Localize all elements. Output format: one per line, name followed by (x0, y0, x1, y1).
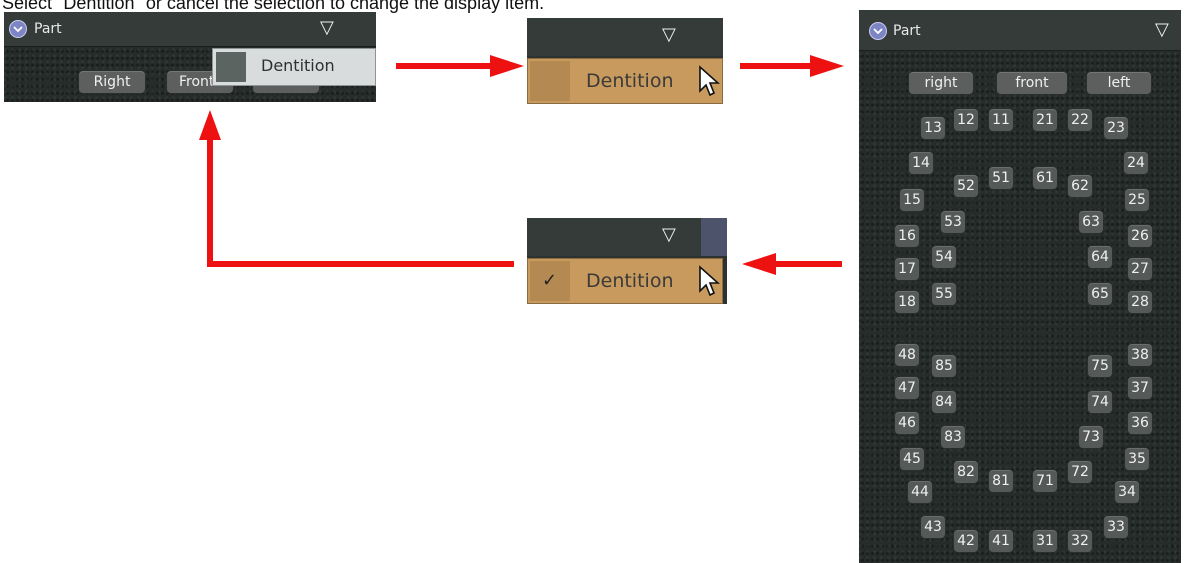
part-panel-dentition: Part ▽ right front left 13 12 11 21 22 2… (859, 10, 1181, 563)
tooth-75[interactable]: 75 (1087, 354, 1113, 378)
tooth-15[interactable]: 15 (899, 188, 925, 212)
tooth-65[interactable]: 65 (1087, 282, 1113, 306)
tooth-74[interactable]: 74 (1087, 390, 1113, 414)
tooth-36[interactable]: 36 (1127, 411, 1153, 435)
tooth-25[interactable]: 25 (1124, 188, 1150, 212)
tooth-71[interactable]: 71 (1032, 469, 1058, 493)
tooth-31[interactable]: 31 (1032, 529, 1058, 553)
tooth-35[interactable]: 35 (1124, 447, 1150, 471)
front-view-button[interactable]: front (996, 71, 1068, 95)
panel-title: Part (34, 21, 62, 37)
menu-hover-snapshot: ▽ Dentition (527, 18, 723, 104)
tooth-85[interactable]: 85 (931, 354, 957, 378)
triangle-down-icon[interactable]: ▽ (1155, 21, 1169, 39)
triangle-down-icon[interactable]: ▽ (320, 19, 334, 37)
mouse-cursor-icon (699, 65, 720, 97)
tooth-16[interactable]: 16 (894, 224, 920, 248)
menu-item-dentition-highlighted[interactable]: Dentition (527, 58, 723, 104)
tooth-55[interactable]: 55 (931, 282, 957, 306)
circle-chevron-icon (873, 28, 883, 35)
menu-item-dentition[interactable]: Dentition (261, 55, 335, 77)
tooth-12[interactable]: 12 (953, 108, 979, 132)
menu-item-dentition-checked[interactable]: ✓ Dentition (527, 258, 723, 304)
tooth-42[interactable]: 42 (953, 529, 979, 553)
mouse-cursor-icon (699, 265, 720, 297)
tooth-84[interactable]: 84 (931, 390, 957, 414)
tooth-33[interactable]: 33 (1103, 515, 1129, 539)
collapse-button[interactable] (9, 20, 27, 38)
triangle-down-icon[interactable]: ▽ (662, 26, 676, 44)
right-view-button[interactable]: Right (78, 70, 146, 94)
right-view-button[interactable]: right (908, 71, 974, 95)
tooth-47[interactable]: 47 (894, 376, 920, 400)
part-panel-titlebar: Part ▽ (859, 10, 1181, 51)
collapse-button[interactable] (869, 22, 887, 40)
tooth-13[interactable]: 13 (920, 116, 946, 140)
snapshot-titlebar: ▽ (527, 18, 723, 56)
tooth-22[interactable]: 22 (1067, 108, 1093, 132)
dropdown-menu: Dentition (212, 48, 376, 86)
part-panel-titlebar: Part ▽ (4, 12, 376, 47)
tooth-38[interactable]: 38 (1127, 343, 1153, 367)
tooth-62[interactable]: 62 (1067, 174, 1093, 198)
flow-arrow-return (199, 110, 514, 267)
tooth-53[interactable]: 53 (940, 210, 966, 234)
tooth-45[interactable]: 45 (899, 447, 925, 471)
tooth-82[interactable]: 82 (953, 460, 979, 484)
tooth-41[interactable]: 41 (988, 529, 1014, 553)
flow-arrow-right-2 (740, 55, 844, 77)
tooth-24[interactable]: 24 (1123, 151, 1149, 175)
tooth-17[interactable]: 17 (894, 257, 920, 281)
triangle-down-icon[interactable]: ▽ (662, 226, 676, 244)
circle-chevron-icon (13, 26, 23, 33)
tooth-73[interactable]: 73 (1078, 425, 1104, 449)
tooth-83[interactable]: 83 (940, 425, 966, 449)
tooth-21[interactable]: 21 (1032, 108, 1058, 132)
tooth-64[interactable]: 64 (1087, 245, 1113, 269)
tooth-32[interactable]: 32 (1067, 529, 1093, 553)
panel-title: Part (893, 23, 921, 39)
menu-checked-snapshot: ▽ ✓ Dentition (527, 218, 727, 304)
menu-check-column (530, 61, 570, 101)
checkmark-icon: ✓ (542, 270, 558, 291)
part-panel-collapsed: Part ▽ Right Front Dentition (4, 12, 376, 102)
tooth-52[interactable]: 52 (953, 174, 979, 198)
flow-arrow-left (742, 253, 842, 275)
tooth-54[interactable]: 54 (931, 245, 957, 269)
tooth-26[interactable]: 26 (1127, 224, 1153, 248)
menu-item-label: Dentition (586, 270, 674, 292)
menu-item-label: Dentition (586, 70, 674, 92)
tooth-11[interactable]: 11 (988, 108, 1014, 132)
tooth-46[interactable]: 46 (894, 411, 920, 435)
flow-arrow-right-1 (396, 55, 524, 77)
tooth-18[interactable]: 18 (894, 290, 920, 314)
tooth-51[interactable]: 51 (988, 166, 1014, 190)
tooth-72[interactable]: 72 (1067, 460, 1093, 484)
tooth-61[interactable]: 61 (1032, 166, 1058, 190)
tooth-44[interactable]: 44 (907, 480, 933, 504)
tooth-43[interactable]: 43 (920, 515, 946, 539)
tooth-14[interactable]: 14 (908, 151, 934, 175)
tooth-34[interactable]: 34 (1114, 480, 1140, 504)
left-view-button[interactable]: left (1086, 71, 1152, 95)
tooth-28[interactable]: 28 (1127, 290, 1153, 314)
tooth-48[interactable]: 48 (894, 343, 920, 367)
scrollbar-strip (701, 218, 727, 256)
tooth-27[interactable]: 27 (1127, 257, 1153, 281)
snapshot-titlebar: ▽ (527, 218, 701, 256)
tooth-23[interactable]: 23 (1103, 116, 1129, 140)
tooth-63[interactable]: 63 (1078, 210, 1104, 234)
tooth-81[interactable]: 81 (988, 469, 1014, 493)
tooth-37[interactable]: 37 (1127, 376, 1153, 400)
menu-check-column (216, 52, 246, 82)
